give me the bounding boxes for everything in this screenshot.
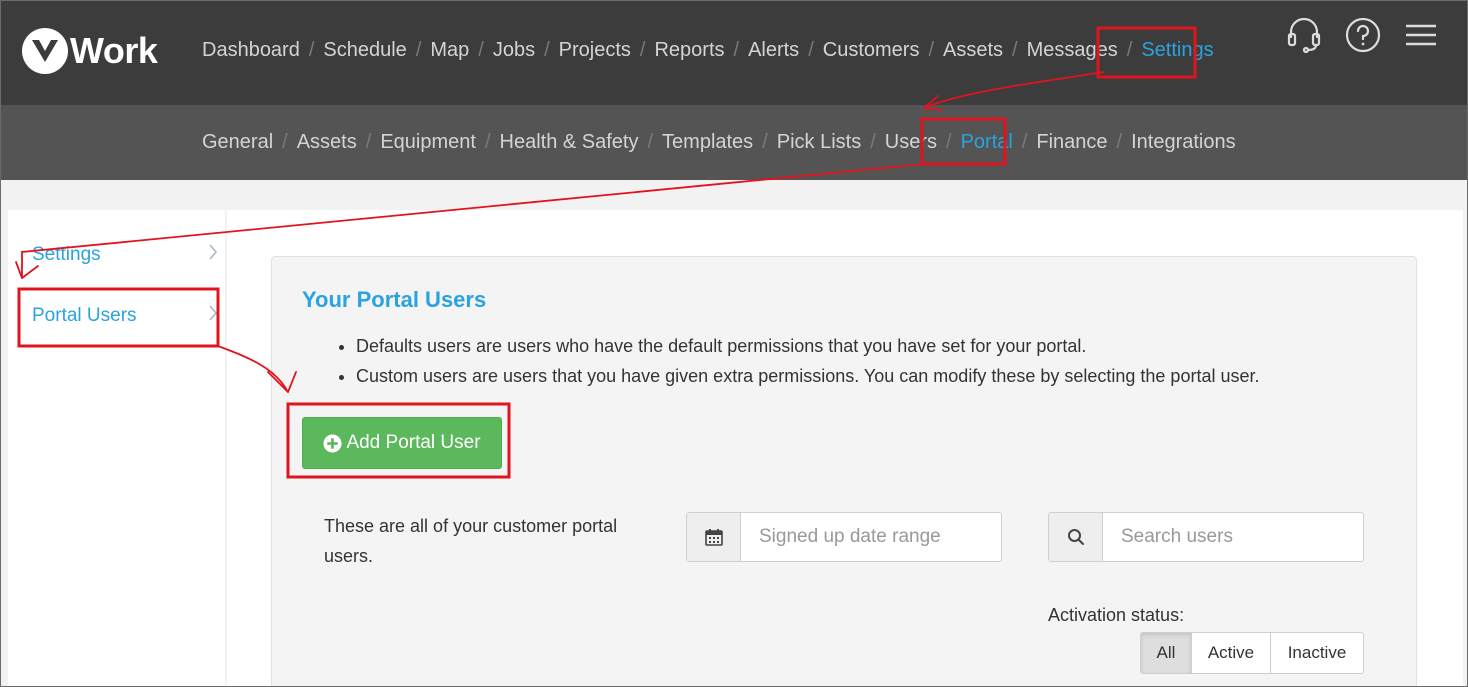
filter-inactive-button[interactable]: Inactive (1270, 633, 1363, 673)
chevron-right-icon (208, 305, 218, 327)
nav-settings[interactable]: Settings (1141, 39, 1213, 62)
panel-title: Your Portal Users (302, 287, 487, 312)
logo-text: Work (70, 30, 158, 71)
nav-jobs[interactable]: Jobs (493, 39, 535, 62)
sidebar-item-label: Portal Users (32, 305, 137, 326)
top-navbar: Work Dashboard / Schedule / Map / Jobs / Pro… (1, 1, 1467, 105)
menu-icon[interactable] (1405, 23, 1437, 47)
sidebar-item-portal-users[interactable]: Portal Users (32, 301, 222, 331)
subnav-portal[interactable]: Portal (961, 131, 1013, 154)
portal-users-description: These are all of your customer portal us… (324, 516, 618, 566)
nav-map[interactable]: Map (430, 39, 469, 62)
nav-messages[interactable]: Messages (1027, 39, 1118, 62)
plus-circle-icon (323, 433, 342, 453)
nav-reports[interactable]: Reports (654, 39, 724, 62)
date-range-input[interactable] (741, 513, 1001, 561)
main-nav: Dashboard / Schedule / Map / Jobs / Projects… (202, 39, 1214, 62)
calendar-icon[interactable] (687, 513, 741, 561)
logo[interactable]: Work (22, 28, 158, 74)
subnav-users[interactable]: Users (885, 131, 937, 154)
search-icon[interactable] (1049, 513, 1103, 561)
activation-status-label: Activation status: (1048, 605, 1185, 625)
subnav-health-safety[interactable]: Health & Safety (500, 131, 639, 154)
subnav-templates[interactable]: Templates (662, 131, 753, 154)
page-body: Settings Portal Users Your Portal Users … (1, 180, 1467, 686)
sidebar-item-label: Settings (32, 244, 101, 265)
sidebar-item-settings[interactable]: Settings (32, 240, 222, 270)
nav-customers[interactable]: Customers (823, 39, 920, 62)
filter-all-button[interactable]: All (1141, 633, 1191, 673)
subnav-pick-lists[interactable]: Pick Lists (777, 131, 861, 154)
nav-dashboard[interactable]: Dashboard (202, 39, 300, 62)
headset-icon[interactable] (1287, 17, 1321, 53)
portal-sidebar: Settings Portal Users (8, 210, 225, 686)
nav-projects[interactable]: Projects (559, 39, 631, 62)
search-users-input[interactable] (1103, 513, 1363, 561)
add-portal-user-button[interactable]: Add Portal User (302, 417, 502, 469)
bullet-default-users: Defaults users are users who have the de… (356, 331, 1259, 361)
settings-subnav: General / Assets / Equipment / Health & Saf… (202, 131, 1236, 154)
info-bullets: Defaults users are users who have the de… (356, 331, 1259, 391)
nav-alerts[interactable]: Alerts (748, 39, 799, 62)
bullet-custom-users: Custom users are users that you have giv… (356, 361, 1259, 391)
header-icons (1263, 17, 1437, 53)
add-portal-user-label: Add Portal User (346, 432, 481, 453)
search-input-group (1048, 512, 1364, 562)
activation-status-toggle: All Active Inactive (1140, 632, 1364, 674)
main-content: Your Portal Users Defaults users are use… (227, 210, 1463, 686)
portal-users-panel: Your Portal Users Defaults users are use… (271, 256, 1417, 686)
nav-schedule[interactable]: Schedule (323, 39, 406, 62)
date-range-input-group (686, 512, 1002, 562)
settings-subnav-bar: General / Assets / Equipment / Health & Saf… (1, 105, 1467, 180)
app-window: Work Dashboard / Schedule / Map / Jobs / Pro… (0, 0, 1468, 687)
filter-active-button[interactable]: Active (1191, 633, 1270, 673)
subnav-general[interactable]: General (202, 131, 273, 154)
logo-v-mark (22, 28, 68, 74)
subnav-finance[interactable]: Finance (1036, 131, 1107, 154)
chevron-right-icon (208, 244, 218, 266)
help-icon[interactable] (1345, 17, 1381, 53)
subnav-assets[interactable]: Assets (297, 131, 357, 154)
subnav-integrations[interactable]: Integrations (1131, 131, 1236, 154)
nav-assets[interactable]: Assets (943, 39, 1003, 62)
subnav-equipment[interactable]: Equipment (380, 131, 476, 154)
